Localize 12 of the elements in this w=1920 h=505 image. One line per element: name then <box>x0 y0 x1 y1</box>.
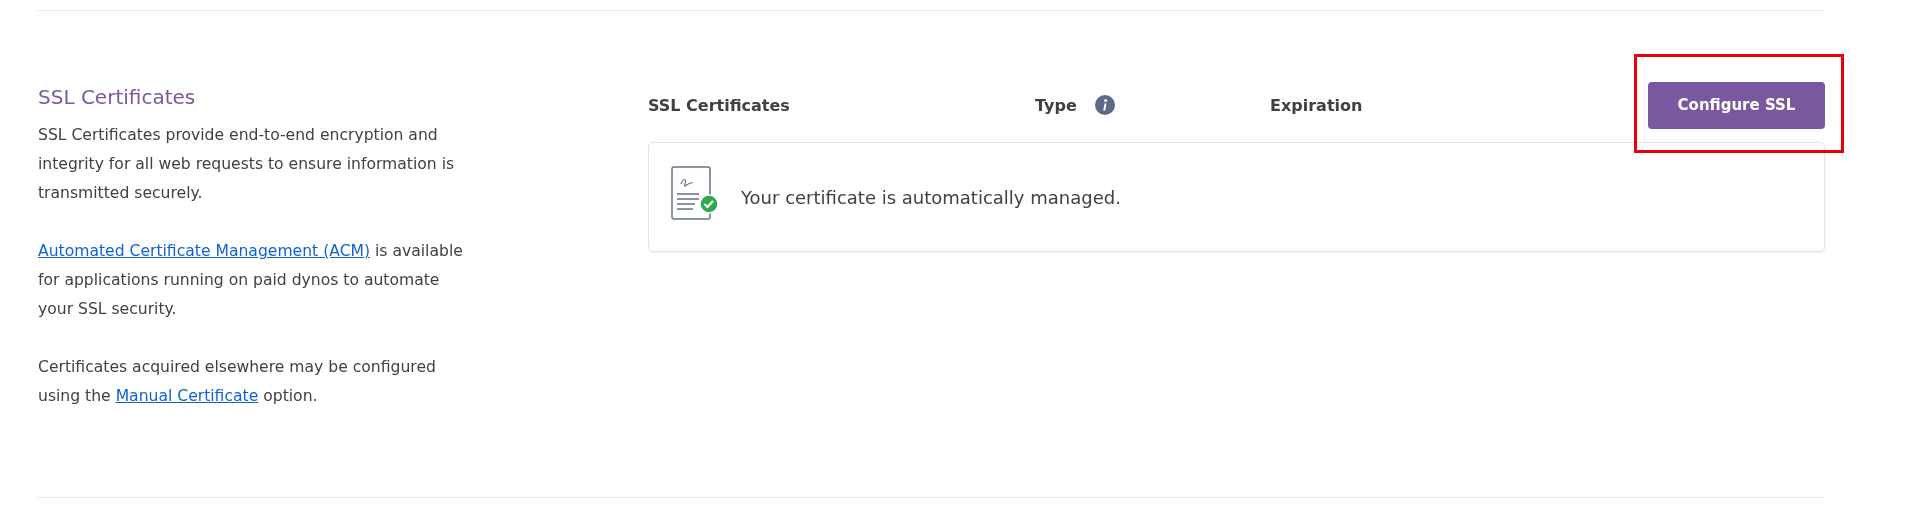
description-paragraph: SSL Certificates provide end-to-end encryption and integrity for all web requests to ensure information is transmitted securely. <box>38 125 456 204</box>
description-paragraph: Certificates acquired elsewhere may be configured using the Manual Certificate option. <box>38 357 437 407</box>
section-title: SSL Certificates <box>38 85 197 109</box>
status-message: Your certificate is automatically managed. <box>741 186 1121 208</box>
doc-link[interactable]: Manual Certificate <box>115 387 259 405</box>
column-header: Expiration <box>1270 95 1363 115</box>
doc-link[interactable]: Automated Certificate Management (ACM) <box>38 242 371 260</box>
description-paragraph: Automated Certificate Management (ACM) is available for applications running on paid dynos to automate your SSL security. <box>38 241 463 320</box>
configure-ssl-button[interactable]: Configure SSL <box>1648 81 1825 129</box>
info-icon[interactable] <box>1094 95 1115 115</box>
column-header: Type <box>1035 95 1077 115</box>
column-header: SSL Certificates <box>648 95 790 115</box>
